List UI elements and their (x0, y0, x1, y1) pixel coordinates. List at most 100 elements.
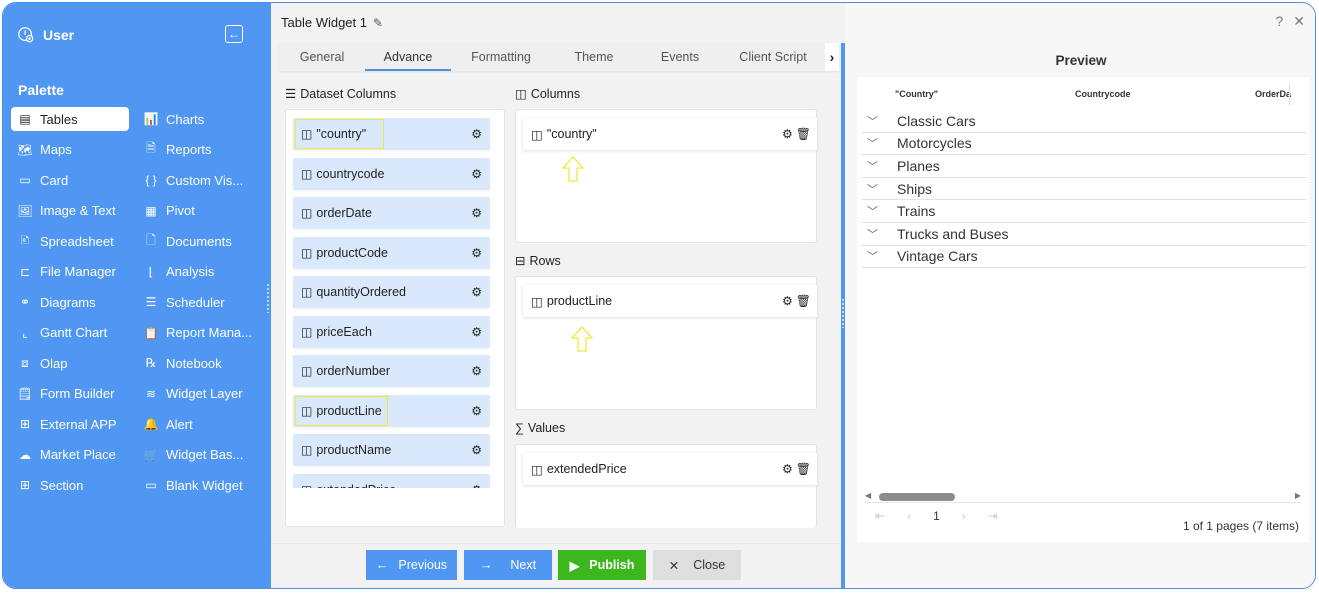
sidebar-item-diagrams[interactable]: ⚭ Diagrams (11, 290, 129, 314)
next-page-icon[interactable]: › (962, 509, 966, 523)
column-header[interactable]: Countrycode (1075, 89, 1131, 99)
gear-icon[interactable]: ⚙ (471, 325, 482, 339)
sidebar-item-tables[interactable]: ▤ Tables (11, 107, 129, 131)
gear-icon[interactable]: ⚙ (471, 167, 482, 181)
dataset-column-item[interactable]: ◫ "country" ⚙ (293, 118, 490, 150)
sidebar-item-scheduler[interactable]: ☰ Scheduler (139, 290, 269, 314)
gear-icon[interactable]: ⚙ (471, 246, 482, 260)
sidebar-item-report-mana[interactable]: 📋 Report Mana... (139, 321, 269, 345)
dataset-column-item[interactable]: ◫ orderNumber ⚙ (293, 355, 490, 387)
table-row[interactable]: ﹀ Motorcycles (861, 133, 1307, 156)
dataset-column-item[interactable]: ◫ quantityOrdered ⚙ (293, 276, 490, 308)
close-button[interactable]: ✕ Close (653, 550, 741, 580)
current-page[interactable]: 1 (933, 509, 940, 523)
user-header[interactable]: User (17, 26, 74, 44)
table-row[interactable]: ﹀ Classic Cars (861, 110, 1307, 133)
tab-advance[interactable]: Advance (365, 43, 451, 71)
tab-events[interactable]: Events (637, 43, 723, 71)
rows-drop-zone[interactable]: ◫ productLine ⚙ 🗑 (515, 276, 817, 410)
gear-icon[interactable]: ⚙ (471, 127, 482, 141)
table-row[interactable]: ﹀ Ships (861, 178, 1307, 201)
gear-icon[interactable]: ⚙ (782, 127, 793, 141)
sidebar-item-blank-widget[interactable]: ▭ Blank Widget (139, 473, 269, 497)
gear-icon[interactable]: ⚙ (471, 364, 482, 378)
edit-title-icon[interactable]: ✎ (373, 16, 383, 30)
tab-general[interactable]: General (279, 43, 365, 71)
horizontal-scrollbar[interactable]: ◀ ▶ (865, 491, 1301, 503)
sidebar-item-image-text[interactable]: 🖼 Image & Text (11, 199, 129, 223)
help-icon[interactable]: ? (1275, 13, 1283, 30)
collapse-sidebar-button[interactable]: ← (225, 25, 243, 43)
sidebar-item-widget-bas[interactable]: 🛒 Widget Bas... (139, 443, 269, 467)
rows-item[interactable]: ◫ productLine ⚙ 🗑 (523, 285, 817, 317)
chevron-down-icon[interactable]: ﹀ (861, 203, 897, 219)
dataset-column-item[interactable]: ◫ orderDate ⚙ (293, 197, 490, 229)
scroll-right-icon[interactable]: ▶ (1295, 491, 1301, 500)
sidebar-item-reports[interactable]: 🗎 Reports (139, 138, 269, 162)
close-window-icon[interactable]: ✕ (1293, 13, 1305, 30)
table-row[interactable]: ﹀ Planes (861, 155, 1307, 178)
sidebar-item-alert[interactable]: 🔔 Alert (139, 412, 269, 436)
sidebar-item-section[interactable]: ⊞ Section (11, 473, 129, 497)
trash-icon[interactable]: 🗑 (796, 127, 811, 141)
tabs-scroll-right-button[interactable]: › (825, 43, 839, 71)
sidebar-item-file-manager[interactable]: ⊏ File Manager (11, 260, 129, 284)
dataset-column-item[interactable]: ◫ productCode ⚙ (293, 236, 490, 269)
trash-icon[interactable]: 🗑 (796, 294, 811, 308)
trash-icon[interactable]: 🗑 (796, 462, 811, 476)
table-row[interactable]: ﹀ Trucks and Buses (861, 223, 1307, 246)
scroll-left-icon[interactable]: ◀ (865, 491, 871, 500)
sidebar-item-custom-vis[interactable]: { } Custom Vis... (139, 168, 269, 192)
dataset-column-item[interactable]: ◫ countrycode ⚙ (293, 157, 490, 190)
chevron-down-icon[interactable]: ﹀ (861, 248, 897, 264)
dataset-column-item[interactable]: ◫ productName ⚙ (293, 434, 490, 466)
previous-button[interactable]: ← Previous (366, 550, 457, 580)
preview-title: Preview (1055, 53, 1107, 68)
sidebar-item-charts[interactable]: 📊 Charts (139, 107, 269, 131)
first-page-icon[interactable]: ⇤ (875, 509, 885, 523)
chevron-down-icon[interactable]: ﹀ (861, 226, 897, 242)
tab-formatting[interactable]: Formatting (451, 43, 551, 71)
gear-icon[interactable]: ⚙ (471, 404, 482, 418)
dataset-column-item[interactable]: ◫ priceEach ⚙ (293, 315, 490, 348)
chevron-down-icon[interactable]: ﹀ (861, 181, 897, 197)
gear-icon[interactable]: ⚙ (471, 443, 482, 457)
columns-item[interactable]: ◫ "country" ⚙ 🗑 (523, 118, 817, 150)
last-page-icon[interactable]: ⇥ (988, 509, 998, 523)
sidebar-item-card[interactable]: ▭ Card (11, 168, 129, 192)
sidebar-item-external-app[interactable]: ⊞ External APP (11, 412, 129, 436)
sidebar-item-olap[interactable]: ⧈ Olap (11, 351, 129, 375)
values-drop-zone[interactable]: ◫ extendedPrice ⚙ 🗑 (515, 444, 817, 528)
gear-icon[interactable]: ⚙ (782, 294, 793, 308)
chevron-down-icon[interactable]: ﹀ (861, 135, 897, 151)
table-row[interactable]: ﹀ Vintage Cars (861, 246, 1307, 269)
sidebar-item-market-place[interactable]: ☁ Market Place (11, 443, 129, 467)
prev-page-icon[interactable]: ‹ (907, 509, 911, 523)
columns-drop-zone[interactable]: ◫ "country" ⚙ 🗑 (515, 109, 817, 243)
dataset-columns-list[interactable]: ◫ "country" ⚙ ◫ countrycode ⚙ ◫ orderDate ⚙ ◫ prod… (285, 109, 505, 527)
table-row[interactable]: ﹀ Trains (861, 200, 1307, 223)
tab-theme[interactable]: Theme (551, 43, 637, 71)
sidebar-item-widget-layer[interactable]: ≋ Widget Layer (139, 382, 269, 406)
dataset-column-item[interactable]: ◫ productLine ⚙ (293, 394, 490, 427)
scrollbar-thumb[interactable] (879, 493, 955, 501)
publish-button[interactable]: ▶ Publish (558, 550, 646, 580)
column-header[interactable]: OrderDa (1255, 89, 1291, 99)
column-header[interactable]: "Country" (895, 89, 938, 99)
sidebar-item-form-builder[interactable]: 🗒 Form Builder (11, 382, 129, 406)
chevron-down-icon[interactable]: ﹀ (861, 113, 897, 129)
sidebar-item-spreadsheet[interactable]: 🗈 Spreadsheet (11, 229, 129, 253)
sidebar-item-notebook[interactable]: ℞ Notebook (139, 351, 269, 375)
values-item[interactable]: ◫ extendedPrice ⚙ 🗑 (523, 453, 817, 485)
gear-icon[interactable]: ⚙ (471, 206, 482, 220)
sidebar-item-analysis[interactable]: ⌊ Analysis (139, 260, 269, 284)
tab-client-script[interactable]: Client Script (723, 43, 823, 71)
sidebar-item-pivot[interactable]: ▦ Pivot (139, 199, 269, 223)
sidebar-item-documents[interactable]: 🗋 Documents (139, 229, 269, 253)
chevron-down-icon[interactable]: ﹀ (861, 158, 897, 174)
sidebar-item-maps[interactable]: 🗺 Maps (11, 138, 129, 162)
sidebar-item-gantt-chart[interactable]: ⌞ Gantt Chart (11, 321, 129, 345)
gear-icon[interactable]: ⚙ (471, 285, 482, 299)
gear-icon[interactable]: ⚙ (782, 462, 793, 476)
next-button[interactable]: → Next (464, 550, 552, 580)
